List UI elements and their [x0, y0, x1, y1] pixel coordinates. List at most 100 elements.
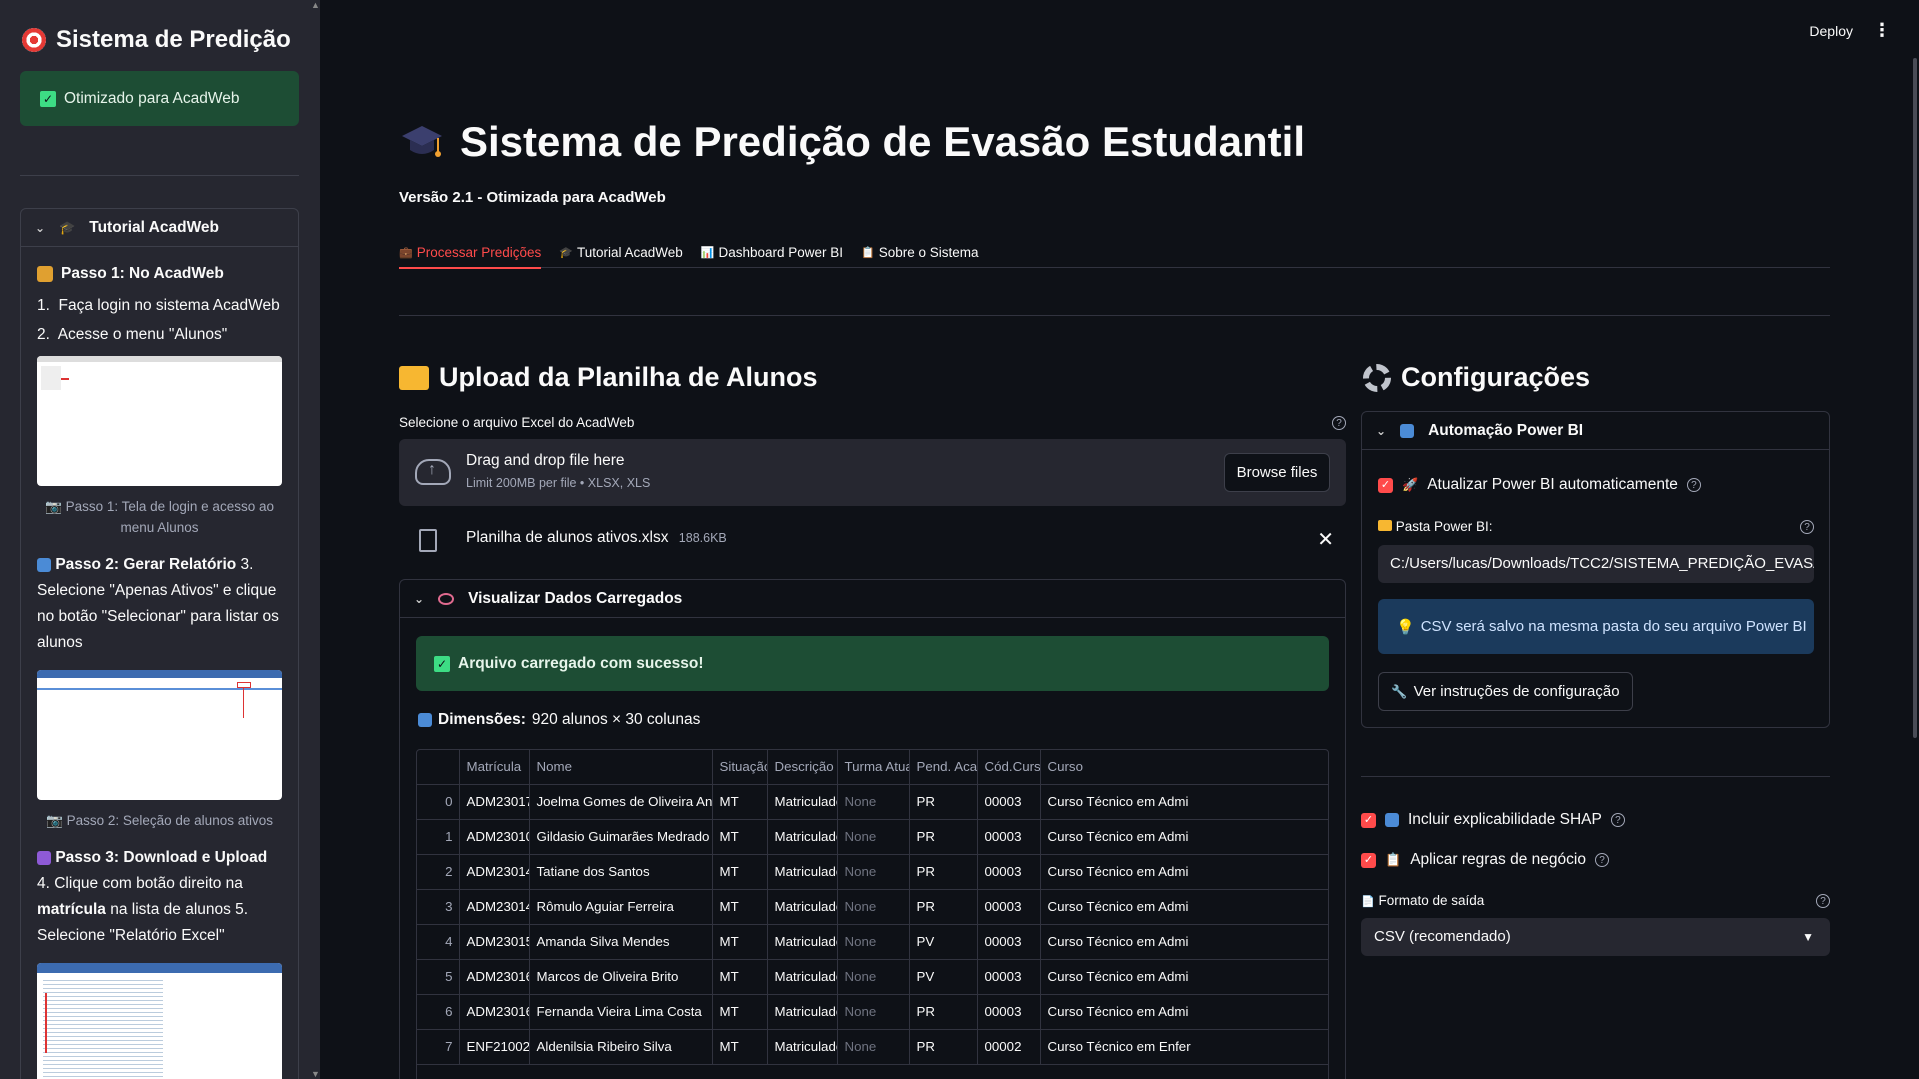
table-row[interactable]: 7ENF210026Aldenilsia Ribeiro SilvaMTMatr…	[417, 1029, 1328, 1065]
kebab-menu-icon[interactable]: ⋮	[1873, 20, 1891, 41]
help-icon[interactable]: ?	[1610, 813, 1625, 827]
table-cell: 00003	[977, 889, 1041, 925]
table-row[interactable]: 3ADM230149Rômulo Aguiar FerreiraMTMatric…	[417, 889, 1328, 925]
shap-checkbox[interactable]: ✓ Incluir explicabilidade SHAP ?	[1361, 811, 1625, 829]
help-icon[interactable]: ?	[1332, 416, 1346, 430]
auto-update-checkbox[interactable]: ✓ 🚀 Atualizar Power BI automaticamente ?	[1378, 476, 1701, 494]
tab-tutorial-acadweb[interactable]: 🎓 Tutorial AcadWeb	[559, 236, 683, 268]
step2-caption-text: Passo 2: Seleção de alunos ativos	[66, 813, 273, 828]
row-index: 0	[417, 784, 460, 820]
column-header[interactable]: Nome	[529, 750, 713, 785]
help-icon[interactable]: ?	[1816, 894, 1830, 908]
output-format-label: 📄 Formato de saída ?	[1361, 893, 1830, 908]
divider	[399, 315, 1830, 316]
list-item: 1. Faça login no sistema AcadWeb	[37, 297, 280, 314]
page-title: Sistema de Predição de Evasão Estudantil	[400, 118, 1305, 166]
help-icon[interactable]: ?	[1594, 853, 1609, 867]
row-index: 4	[417, 924, 460, 960]
scroll-up-icon[interactable]: ▲	[311, 0, 320, 10]
instructions-button[interactable]: 🔧 Ver instruções de configuração	[1378, 672, 1633, 711]
file-dropzone[interactable]: Drag and drop file here Limit 200MB per …	[399, 439, 1346, 506]
chevron-down-icon: ⌄	[414, 591, 425, 606]
tutorial-expander-header[interactable]: ⌄ 🎓 Tutorial AcadWeb	[21, 209, 298, 247]
table-cell: None	[837, 784, 910, 820]
data-preview-header[interactable]: ⌄ Visualizar Dados Carregados	[400, 580, 1345, 618]
step3-title: Passo 3: Download e Upload	[55, 849, 268, 866]
table-row[interactable]: 6ADM230166Fernanda Vieira Lima CostaMTMa…	[417, 994, 1328, 1030]
data-table[interactable]: Matrícula Nome Situação Descrição Turma Atua…	[416, 749, 1329, 1079]
uploaded-file-row: Planilha de alunos ativos.xlsx 188.6KB ✕	[399, 521, 1346, 559]
table-cell: ADM230149	[459, 889, 530, 925]
table-cell: PR	[909, 994, 978, 1030]
column-header[interactable]: Curso	[1040, 750, 1328, 785]
scrollbar-thumb[interactable]	[1913, 58, 1917, 738]
scroll-down-icon[interactable]: ▼	[311, 1069, 320, 1079]
dropzone-limit-text: Limit 200MB per file • XLSX, XLS	[466, 476, 651, 490]
rocket-icon: 🚀	[1402, 477, 1419, 492]
camera-icon: 📷	[46, 813, 63, 828]
browse-files-button[interactable]: Browse files	[1224, 453, 1330, 492]
row-index: 5	[417, 959, 460, 995]
table-row[interactable]: 5ADM230163Marcos de Oliveira BritoMTMatr…	[417, 959, 1328, 995]
tab-dashboard-power-bi[interactable]: 📊 Dashboard Power BI	[701, 236, 843, 268]
table-cell: PV	[909, 959, 978, 995]
column-header[interactable]: Pend. Acad.	[909, 750, 978, 785]
column-header[interactable]: Descrição	[767, 750, 838, 785]
column-header[interactable]	[417, 750, 460, 785]
table-cell: Aldenilsia Ribeiro Silva	[529, 1029, 713, 1065]
dimensions-label: Dimensões:	[438, 711, 526, 728]
column-header[interactable]: Matrícula	[459, 750, 530, 785]
divider	[1361, 776, 1830, 777]
checkbox-checked-icon[interactable]: ✓	[1361, 812, 1376, 828]
table-cell: PV	[909, 924, 978, 960]
checkbox-checked-icon[interactable]: ✓	[1361, 852, 1376, 868]
step3-screenshot[interactable]	[37, 963, 282, 1079]
help-icon[interactable]: ?	[1686, 478, 1701, 492]
column-header[interactable]: Turma Atual	[837, 750, 910, 785]
powerbi-expander-header[interactable]: ⌄ Automação Power BI	[1362, 412, 1829, 450]
graduation-cap-icon: 🎓	[59, 219, 76, 235]
tab-sobre-o-sistema[interactable]: 📋 Sobre o Sistema	[861, 236, 979, 268]
table-cell: Tatiane dos Santos	[529, 854, 713, 890]
bar-chart-icon	[418, 713, 432, 727]
table-row[interactable]: 4ADM230153Amanda Silva MendesMTMatricula…	[417, 924, 1328, 960]
table-cell: Curso Técnico em Admi	[1040, 854, 1328, 890]
table-row[interactable]: 1ADM230102Gildasio Guimarães Medrado Jún…	[417, 819, 1328, 855]
table-cell: Curso Técnico em Admi	[1040, 784, 1328, 820]
table-row[interactable]: 0ADM230175Joelma Gomes de Oliveira Anjos…	[417, 784, 1328, 820]
step1-screenshot[interactable]	[37, 356, 282, 486]
table-cell: PR	[909, 784, 978, 820]
step1-title-text: Passo 1: No AcadWeb	[61, 265, 224, 282]
powerbi-folder-input[interactable]: C:/Users/lucas/Downloads/TCC2/SISTEMA_PR…	[1378, 545, 1814, 583]
sidebar-scrollbar[interactable]: ▲ ▼	[310, 0, 320, 1079]
deploy-button[interactable]: Deploy	[1809, 23, 1853, 39]
business-rules-checkbox[interactable]: ✓ 📋 Aplicar regras de negócio ?	[1361, 851, 1609, 869]
table-cell: None	[837, 819, 910, 855]
checkbox-checked-icon[interactable]: ✓	[1378, 477, 1393, 493]
remove-file-icon[interactable]: ✕	[1317, 527, 1334, 552]
table-cell: Joelma Gomes de Oliveira Anjos	[529, 784, 713, 820]
document-icon: 📋	[861, 246, 875, 259]
instructions-button-label: Ver instruções de configuração	[1413, 683, 1620, 700]
column-header[interactable]: Cód.Curso	[977, 750, 1041, 785]
table-cell: Curso Técnico em Admi	[1040, 959, 1328, 995]
lock-icon	[37, 266, 53, 282]
table-cell: None	[837, 959, 910, 995]
data-preview-expander: ⌄ Visualizar Dados Carregados ✓ Arquivo …	[399, 579, 1346, 1079]
cloud-upload-icon	[415, 459, 451, 485]
step1-caption-text: Passo 1: Tela de login e acesso ao menu …	[65, 499, 274, 535]
sidebar-title-text: Sistema de Predição	[56, 26, 291, 53]
output-format-select[interactable]: CSV (recomendado) ▼	[1361, 918, 1830, 956]
help-icon[interactable]: ?	[1800, 520, 1814, 534]
column-header[interactable]: Situação	[712, 750, 768, 785]
main-content: Deploy ⋮ Sistema de Predição de Evasão E…	[320, 0, 1919, 1079]
folder-icon	[1378, 520, 1392, 531]
bar-chart-icon: 📊	[700, 246, 715, 259]
table-cell: PR	[909, 854, 978, 890]
tab-processar-predicoes[interactable]: 💼 Processar Predições	[399, 236, 542, 269]
step2-screenshot[interactable]	[37, 670, 282, 800]
table-row[interactable]: 2ADM230147Tatiane dos SantosMTMatriculad…	[417, 854, 1328, 890]
table-cell: Amanda Silva Mendes	[529, 924, 713, 960]
tab-label: Tutorial AcadWeb	[576, 244, 683, 260]
main-scrollbar[interactable]	[1911, 0, 1919, 1079]
